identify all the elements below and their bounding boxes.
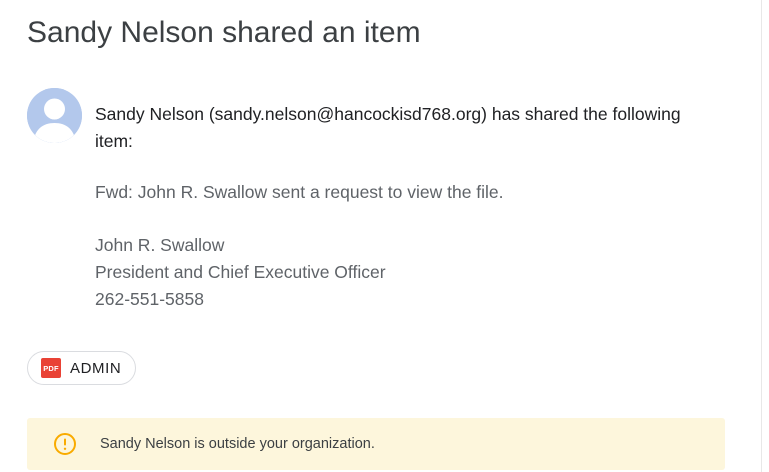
signature-title: President and Chief Executive Officer	[95, 262, 386, 282]
warning-circle-icon	[54, 433, 76, 455]
sender-avatar-icon	[27, 88, 82, 143]
external-sender-notice: Sandy Nelson is outside your organizatio…	[27, 418, 725, 470]
share-notification-page: Sandy Nelson shared an item Sandy Nelson…	[0, 0, 769, 472]
share-message: Sandy Nelson (sandy.nelson@hancockisd768…	[95, 101, 715, 155]
user-silhouette-icon	[27, 88, 82, 143]
item-subject: Fwd: John R. Swallow sent a request to v…	[95, 182, 504, 202]
signature-phone: 262-551-5858	[95, 289, 204, 309]
notice-text: Sandy Nelson is outside your organizatio…	[100, 436, 375, 452]
pdf-file-icon: PDF	[41, 358, 61, 378]
shared-item-body: Fwd: John R. Swallow sent a request to v…	[95, 179, 715, 313]
attachment-chip-admin[interactable]: PDF ADMIN	[27, 351, 137, 385]
share-intro-text: Sandy Nelson (sandy.nelson@hancockisd768…	[95, 104, 681, 151]
scrollbar-divider	[761, 0, 762, 472]
signature-name: John R. Swallow	[95, 235, 225, 255]
page-title: Sandy Nelson shared an item	[27, 16, 421, 49]
attachment-name: ADMIN	[70, 359, 122, 377]
